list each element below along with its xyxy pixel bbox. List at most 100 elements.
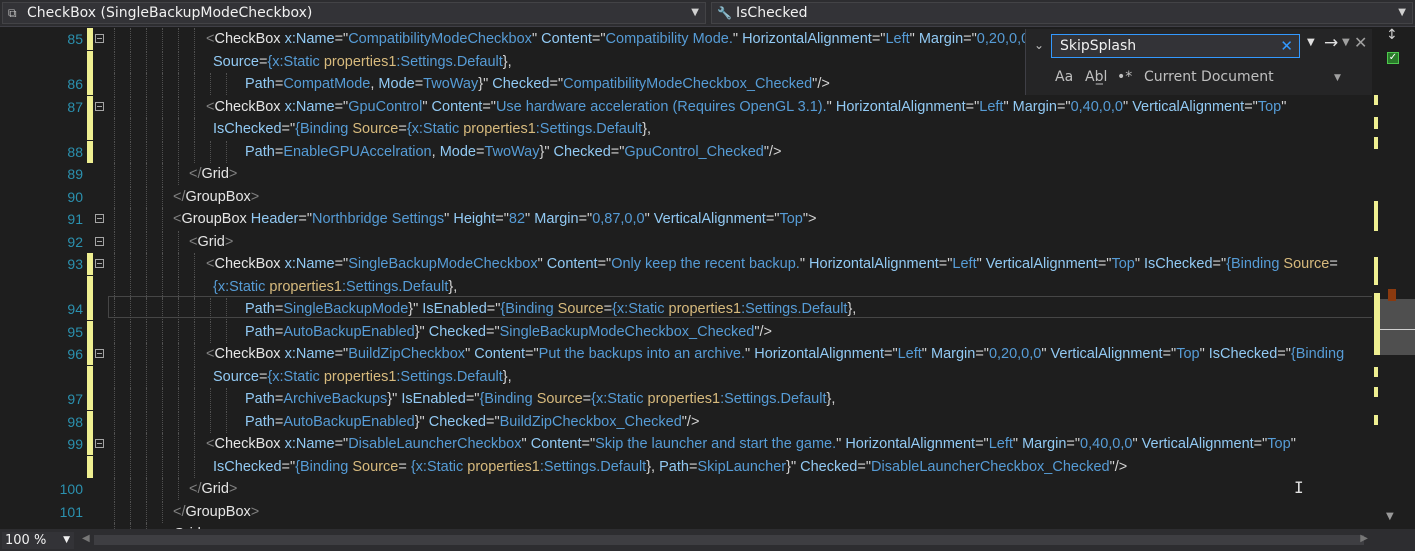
code-token: GroupBox [181,211,251,227]
indent-guide [146,140,148,163]
code-token: > [228,166,238,182]
close-icon[interactable]: ✕ [1354,33,1367,52]
indent-guide [226,140,228,163]
collapse-icon[interactable] [95,439,104,448]
code-token: Left [885,31,910,47]
code-token: Northbridge Settings [311,211,445,227]
match-case-icon[interactable]: Aa [1055,69,1073,85]
indent-guide [162,275,164,298]
search-input[interactable]: SkipSplash ✕ [1051,34,1300,58]
code-token: Checked [800,458,858,475]
code-line[interactable]: 91 <GroupBox Header="Northbridge Settings… [0,208,1372,230]
scope-dropdown[interactable]: Current Document [1144,69,1274,85]
code-text: <CheckBox x:Name="GpuControl" Content="U… [206,96,1286,118]
indent-guide [114,208,116,230]
scroll-down-icon[interactable]: ▼ [1386,511,1394,522]
collapse-icon[interactable] [95,236,104,246]
indent-guide [226,388,228,410]
collapse-icon[interactable] [95,101,104,111]
code-token: =" [485,323,500,340]
code-token: = [414,76,424,92]
scroll-left-icon[interactable]: ◀ [82,533,90,544]
code-token: </ [189,481,202,497]
code-line[interactable]: 93 <CheckBox x:Name="SingleBackupModeChec… [0,253,1372,275]
zoom-dropdown[interactable]: 100 % ▼ [2,532,74,549]
code-editor[interactable]: 85 <CheckBox x:Name="CompatibilityModeChe… [0,27,1372,529]
regex-icon[interactable]: •* [1117,69,1132,85]
code-token: {x:Static [267,53,324,70]
code-token: Source [1283,256,1330,272]
indent-guide [178,50,180,73]
code-line[interactable]: {x:Static properties1:Settings.Default}, [0,275,1372,298]
split-window-icon[interactable]: ↕ [1386,27,1398,43]
indent-guide [162,388,164,410]
code-token: HorizontalAlignment [835,98,966,115]
code-token: Left [979,98,1004,115]
indent-guide [130,208,132,230]
chevron-down-icon[interactable]: ▼ [1334,73,1341,83]
find-next-icon[interactable]: → [1324,33,1338,53]
code-text: IsChecked="{Binding Source={x:Static pro… [213,118,651,140]
clear-search-icon[interactable]: ✕ [1280,35,1293,57]
match-whole-word-icon[interactable]: Ab̲l [1085,69,1107,85]
code-token: }" [478,76,493,92]
collapse-icon[interactable] [95,349,104,358]
code-text: IsChecked="{Binding Source= {x:Static pr… [213,456,1127,478]
collapse-icon[interactable] [95,214,104,223]
code-line[interactable]: 90 </GroupBox> [0,185,1372,208]
code-token: CompatMode [283,76,371,92]
scroll-right-icon[interactable]: ▶ [1360,533,1368,544]
code-line[interactable]: IsChecked="{Binding Source= {x:Static pr… [0,455,1372,478]
horizontal-scrollbar[interactable]: ◀ ▶ [80,533,1370,547]
code-token: }" [786,458,801,475]
code-token: =" [482,98,496,115]
search-history-icon[interactable]: ▼ [1307,37,1315,48]
zoom-level: 100 % [5,533,47,548]
horizontal-scroll-thumb[interactable] [94,535,1364,545]
code-line[interactable]: 96 <CheckBox x:Name="BuildZipCheckbox" Co… [0,343,1372,365]
code-line[interactable]: 100 </Grid> [0,478,1372,500]
code-token: Content [546,256,598,272]
vertical-scrollbar[interactable]: ↕ ✓ ▼ [1372,27,1415,529]
indent-guide [146,500,148,523]
scroll-thumb[interactable] [1378,299,1415,355]
indent-guide [146,230,148,253]
indent-guide [162,253,164,275]
code-line[interactable]: 89 </Grid> [0,163,1372,185]
type-member-dropdown[interactable]: ⧉ CheckBox (SingleBackupModeCheckbox) ▼ [2,2,706,24]
chevron-down-icon[interactable]: ⌄ [1034,38,1044,52]
code-line[interactable]: 99 <CheckBox x:Name="DisableLauncherCheck… [0,433,1372,455]
code-line[interactable]: 94 Path = SingleBackupMode}" IsEnabled="{Bi… [0,298,1372,320]
code-token: " [1134,256,1145,272]
indent-guide [146,95,148,118]
code-token: CheckBox [214,31,285,47]
indent-guide [130,50,132,73]
line-number: 89 [67,166,83,182]
code-token: =" [1277,346,1291,362]
code-line[interactable]: 97 Path = ArchiveBackups}" IsEnabled="{Bind… [0,388,1372,410]
code-line[interactable]: 95 Path=AutoBackupEnabled}" Checked="Sing… [0,320,1372,343]
code-line[interactable]: 101 </GroupBox> [0,500,1372,523]
code-line[interactable]: Source={x:Static properties1:Settings.De… [0,365,1372,388]
code-token: =" [334,346,349,362]
code-token: IsChecked [1208,346,1278,362]
property-dropdown[interactable]: 🔧 IsChecked ▼ [711,2,1413,24]
code-line[interactable]: 92 <Grid> [0,230,1372,253]
indent-guide [194,140,196,163]
code-token: " [422,98,432,115]
code-token: Left [952,256,977,272]
code-line[interactable]: 88 Path=EnableGPUAccelration, Mode=TwoWay… [0,140,1372,163]
code-line[interactable]: IsChecked="{Binding Source={x:Static pro… [0,118,1372,140]
code-token: GroupBox [185,188,251,205]
code-line[interactable]: 98 Path=AutoBackupEnabled}" Checked="Buil… [0,410,1372,433]
collapse-icon[interactable] [95,34,104,43]
line-number: 92 [67,233,83,250]
find-options-icon[interactable]: ▼ [1342,37,1350,48]
code-token: IsChecked [213,458,282,475]
code-token: properties1 [323,53,397,70]
code-token: Height [453,211,496,227]
collapse-icon[interactable] [95,259,104,268]
no-issues-icon[interactable]: ✓ [1387,52,1399,64]
indent-guide [210,320,212,343]
code-line[interactable]: 87 <CheckBox x:Name="GpuControl" Content=… [0,95,1372,118]
